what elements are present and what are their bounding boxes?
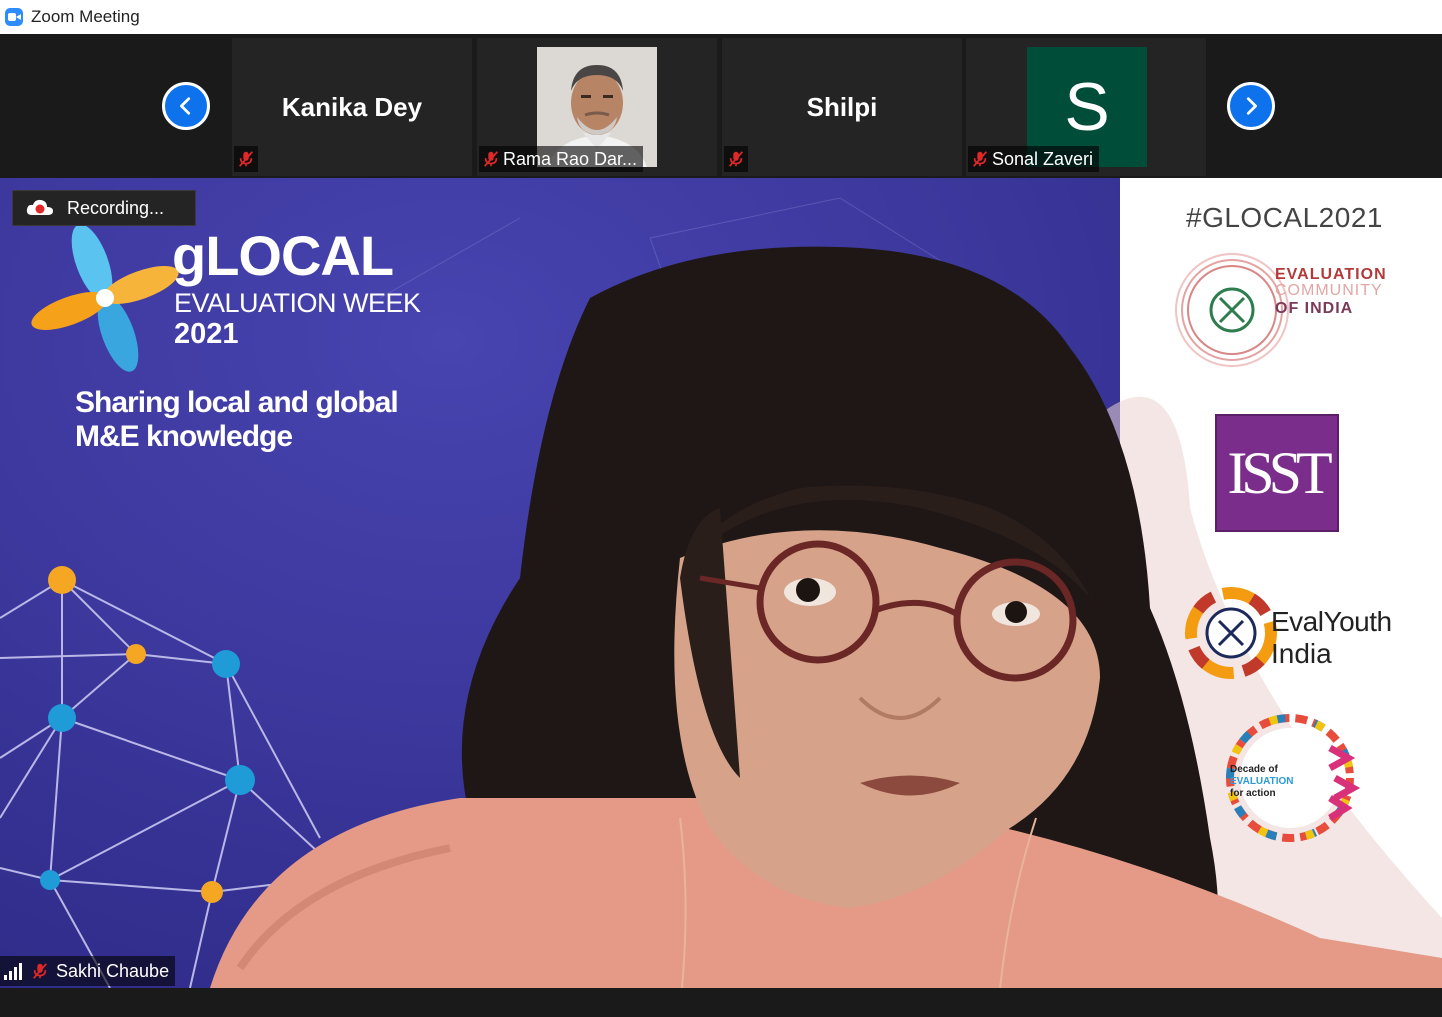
participant-tile-kanika-dey[interactable]: Kanika Dey [232, 38, 472, 176]
event-hashtag: #GLOCAL2021 [1186, 202, 1383, 233]
muted-mic-icon [724, 147, 748, 171]
participant-tile-shilpi[interactable]: Shilpi [722, 38, 962, 176]
muted-mic-icon [28, 959, 52, 983]
meeting-bottom-bar [0, 988, 1442, 1017]
muted-mic-icon [234, 147, 258, 171]
eci-logo-line2: COMMUNITY [1275, 282, 1383, 299]
participant-label: Rama Rao Dar... [479, 146, 644, 172]
participant-tile-sonal-zaveri[interactable]: S Sonal Zaveri [966, 38, 1206, 176]
participant-label: Sonal Zaveri [968, 146, 1100, 172]
cloud-recording-icon [25, 193, 55, 223]
participant-name: Kanika Dey [281, 92, 423, 122]
decade-of-evaluation-logo: Decade of EVALUATION for action [1230, 764, 1294, 799]
recording-text: Recording... [67, 197, 165, 218]
evalyouth-logo-line2: India [1271, 638, 1332, 669]
active-speaker-label: Sakhi Chaube [0, 956, 176, 986]
glocal-logo-subtitle: EVALUATION WEEK [174, 288, 421, 318]
chevron-right-icon [1246, 97, 1257, 115]
chevron-left-icon [180, 97, 191, 115]
evalyouth-logo-line1: EvalYouth [1271, 606, 1392, 637]
participant-label [724, 146, 748, 172]
window-title: Zoom Meeting [31, 7, 140, 26]
isst-logo: ISST [1215, 414, 1339, 532]
zoom-camera-icon [5, 8, 23, 26]
recording-indicator[interactable]: Recording... [12, 190, 196, 226]
gallery-prev-button[interactable] [162, 82, 210, 130]
eci-logo-line3: OF INDIA [1275, 300, 1354, 317]
participant-gallery-strip: Kanika Dey Rama Rao Dar... Shilpi S Sona… [0, 34, 1442, 178]
active-speaker-name: Sakhi Chaube [56, 960, 170, 981]
active-speaker-video[interactable]: Recording... gLOCAL EVALUATION WEEK 2021… [0, 178, 1442, 988]
title-bar: Zoom Meeting [0, 0, 1442, 34]
muted-mic-icon [968, 147, 992, 171]
muted-mic-icon [479, 147, 503, 171]
participant-label [234, 146, 258, 172]
glocal-logo-title: gLOCAL [172, 224, 394, 287]
participant-tile-rama-rao[interactable]: Rama Rao Dar... [477, 38, 717, 176]
signal-strength-icon [0, 956, 28, 986]
participant-name: Shilpi [806, 92, 878, 122]
glocal-logo-year: 2021 [174, 318, 239, 350]
gallery-next-button[interactable] [1227, 82, 1275, 130]
glocal-tagline: Sharing local and global M&E knowledge [75, 386, 399, 453]
